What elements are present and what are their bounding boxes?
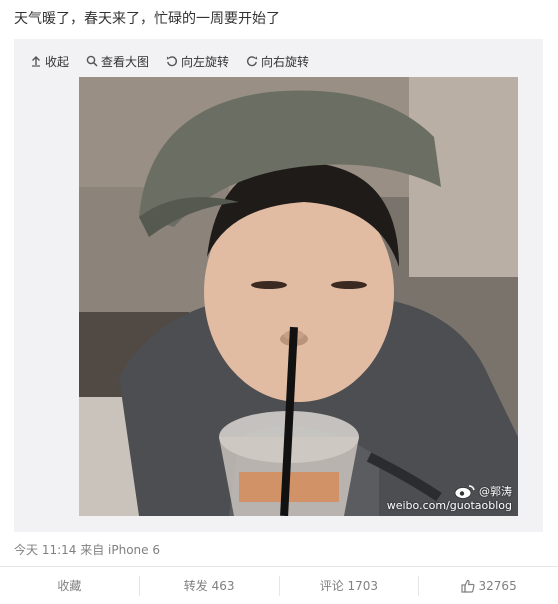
rotate-left-button[interactable]: 向左旋转 [166, 53, 229, 70]
media-toolbar: 收起 查看大图 向左旋转 向右旋转 [30, 52, 309, 70]
post-text: 天气暖了，春天来了，忙碌的一周要开始了 [14, 11, 280, 27]
collapse-up-icon [32, 56, 40, 67]
rotate-right-label: 向右旋转 [261, 54, 310, 69]
post-photo[interactable]: @郭涛 weibo.com/guotaoblog [79, 77, 518, 516]
rotate-right-icon [247, 56, 258, 67]
weibo-logo-icon [454, 485, 475, 499]
photo-illustration [79, 77, 518, 516]
comment-label: 评论 1703 [319, 579, 379, 593]
view-large-button[interactable]: 查看大图 [86, 53, 149, 70]
view-large-label: 查看大图 [101, 54, 150, 69]
favorite-label: 收藏 [57, 579, 82, 593]
repost-label: 转发 463 [183, 579, 235, 593]
watermark-handle: @郭涛 [479, 485, 512, 498]
comment-button[interactable]: 评论 1703 [280, 576, 419, 596]
media-viewer: 收起 查看大图 向左旋转 向右旋转 @郭涛 weibo.com/guotaobl… [14, 39, 543, 532]
watermark-url: weibo.com/guotaoblog [386, 499, 512, 512]
rotate-left-icon [166, 56, 178, 67]
thumbs-up-icon [460, 579, 475, 593]
post-meta: 今天 11:14 来自 iPhone 6 [14, 543, 160, 557]
like-count: 32765 [478, 578, 517, 593]
collapse-label: 收起 [45, 54, 70, 69]
repost-button[interactable]: 转发 463 [140, 576, 279, 596]
rotate-left-label: 向左旋转 [181, 54, 230, 69]
search-icon [86, 55, 98, 67]
action-bar: 收藏 转发 463 评论 1703 32765 [0, 566, 558, 604]
photo-watermark: @郭涛 weibo.com/guotaoblog [387, 484, 512, 512]
favorite-button[interactable]: 收藏 [0, 576, 139, 596]
collapse-button[interactable]: 收起 [30, 53, 69, 70]
rotate-right-button[interactable]: 向右旋转 [246, 53, 309, 70]
like-button[interactable]: 32765 [419, 576, 558, 596]
